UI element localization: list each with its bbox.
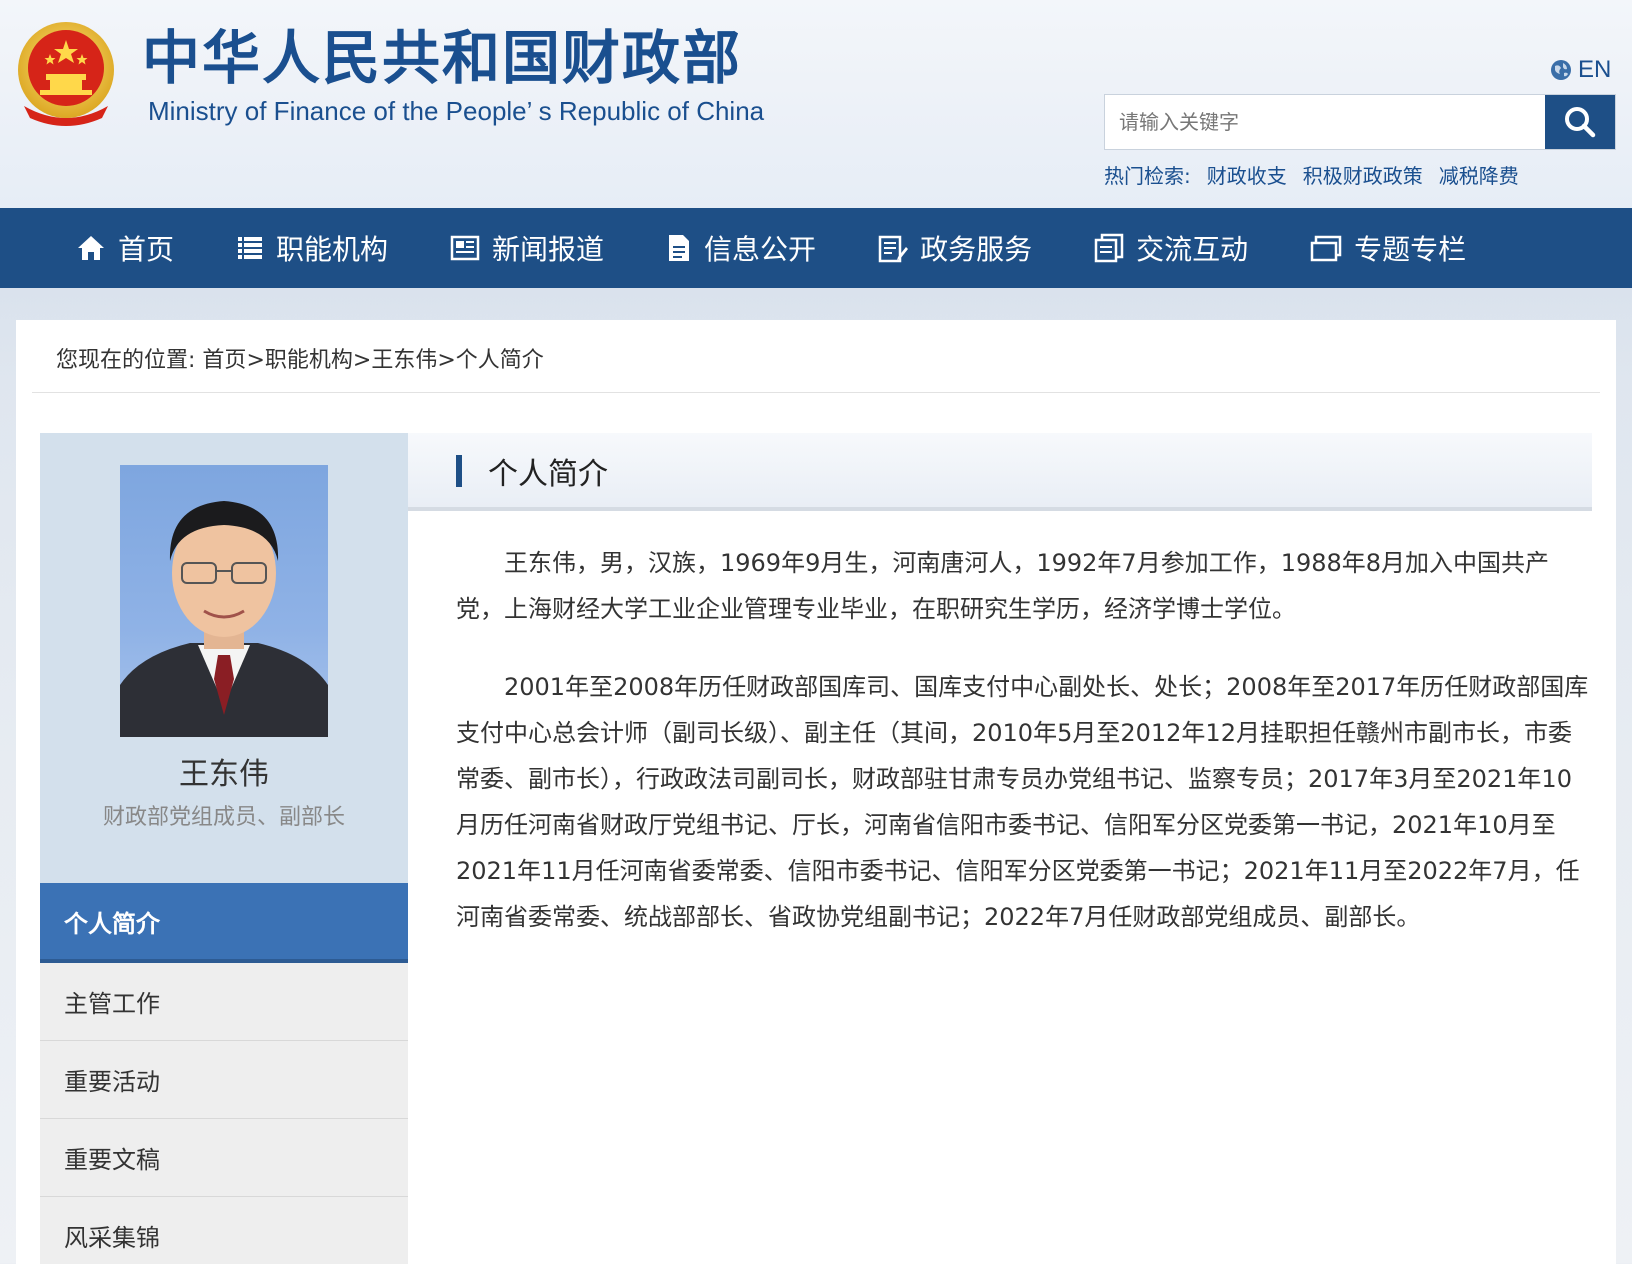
language-switch[interactable]: EN bbox=[1550, 56, 1611, 84]
heading-accent-bar bbox=[456, 455, 462, 487]
nav-item-topics[interactable]: 专题专栏 bbox=[1310, 228, 1466, 268]
site-title-en[interactable]: Ministry of Finance of the People’ s Rep… bbox=[148, 96, 764, 127]
biography-text: 王东伟，男，汉族，1969年9月生，河南唐河人，1992年7月参加工作，1988… bbox=[456, 540, 1592, 972]
national-emblem-icon[interactable] bbox=[14, 18, 118, 130]
nav-label: 首页 bbox=[118, 233, 175, 266]
nav-label: 信息公开 bbox=[704, 233, 817, 266]
hot-link-fiscal-policy[interactable]: 积极财政政策 bbox=[1303, 160, 1423, 189]
profile-menu: 个人简介 主管工作 重要活动 重要文稿 风采集锦 bbox=[40, 883, 408, 1264]
menu-item-gallery[interactable]: 风采集锦 bbox=[40, 1197, 408, 1264]
news-icon bbox=[450, 235, 480, 261]
person-title: 财政部党组成员、副部长 bbox=[102, 805, 345, 830]
person-name: 王东伟 bbox=[179, 757, 269, 792]
profile-portrait bbox=[120, 465, 328, 737]
site-title-cn[interactable]: 中华人民共和国财政部 bbox=[142, 22, 742, 94]
folder-icon bbox=[1310, 235, 1342, 262]
search-box bbox=[1104, 94, 1616, 150]
breadcrumb-prefix: 您现在的位置: bbox=[56, 348, 196, 373]
breadcrumb-current[interactable]: 个人简介 bbox=[456, 348, 544, 373]
hot-search-label: 热门检索: bbox=[1104, 164, 1191, 188]
document-icon bbox=[669, 235, 690, 261]
breadcrumb-home[interactable]: 首页 bbox=[202, 348, 246, 373]
nav-item-home[interactable]: 首页 bbox=[76, 228, 174, 268]
nav-item-functions[interactable]: 职能机构 bbox=[236, 228, 388, 268]
content-header: 个人简介 bbox=[408, 433, 1592, 511]
language-label: EN bbox=[1578, 56, 1612, 83]
main-nav: 首页 职能机构 新闻报道 信息公开 政务服务 交流互动 专题专栏 bbox=[0, 208, 1632, 288]
search-input[interactable] bbox=[1105, 95, 1545, 149]
breadcrumb: 您现在的位置: 首页>职能机构>王东伟>个人简介 bbox=[56, 348, 544, 373]
profile-sidebar: 王东伟 财政部党组成员、副部长 个人简介 主管工作 重要活动 重要文稿 风采集锦 bbox=[40, 433, 408, 1264]
content-heading: 个人简介 bbox=[488, 457, 608, 492]
menu-item-speeches[interactable]: 重要文稿 bbox=[40, 1119, 408, 1197]
form-icon bbox=[878, 235, 909, 263]
biography-paragraph: 王东伟，男，汉族，1969年9月生，河南唐河人，1992年7月参加工作，1988… bbox=[456, 549, 1550, 623]
nav-item-interaction[interactable]: 交流互动 bbox=[1094, 228, 1248, 268]
search-icon bbox=[1565, 107, 1596, 138]
breadcrumb-divider bbox=[32, 392, 1600, 393]
nav-label: 交流互动 bbox=[1136, 233, 1249, 266]
home-icon bbox=[78, 236, 104, 260]
menu-item-profile[interactable]: 个人简介 bbox=[40, 883, 408, 963]
nav-label: 新闻报道 bbox=[492, 233, 605, 266]
search-button[interactable] bbox=[1545, 95, 1615, 149]
nav-label: 政务服务 bbox=[920, 233, 1033, 266]
nav-item-services[interactable]: 政务服务 bbox=[878, 228, 1032, 268]
nav-item-disclosure[interactable]: 信息公开 bbox=[666, 228, 816, 268]
nav-label: 职能机构 bbox=[276, 233, 389, 266]
breadcrumb-person[interactable]: 王东伟 bbox=[371, 348, 437, 373]
globe-icon bbox=[1551, 60, 1571, 80]
hot-search: 热门检索: 财政收支 积极财政政策 减税降费 bbox=[1104, 160, 1519, 189]
menu-item-activities[interactable]: 重要活动 bbox=[40, 1041, 408, 1119]
site-header: 中华人民共和国财政部 Ministry of Finance of the Pe… bbox=[0, 0, 1632, 208]
nav-item-news[interactable]: 新闻报道 bbox=[450, 228, 604, 268]
hot-link-tax-cut[interactable]: 减税降费 bbox=[1439, 160, 1519, 189]
biography-paragraph: 2001年至2008年历任财政部国库司、国库支付中心副处长、处长；2008年至2… bbox=[456, 673, 1589, 931]
nav-label: 专题专栏 bbox=[1354, 233, 1467, 266]
chat-icon bbox=[1094, 233, 1124, 263]
list-icon bbox=[238, 237, 263, 259]
hot-link-fiscal-revenue[interactable]: 财政收支 bbox=[1207, 160, 1287, 189]
person-portrait-icon bbox=[120, 501, 328, 737]
menu-item-responsibilities[interactable]: 主管工作 bbox=[40, 963, 408, 1041]
breadcrumb-functions[interactable]: 职能机构 bbox=[265, 348, 353, 373]
